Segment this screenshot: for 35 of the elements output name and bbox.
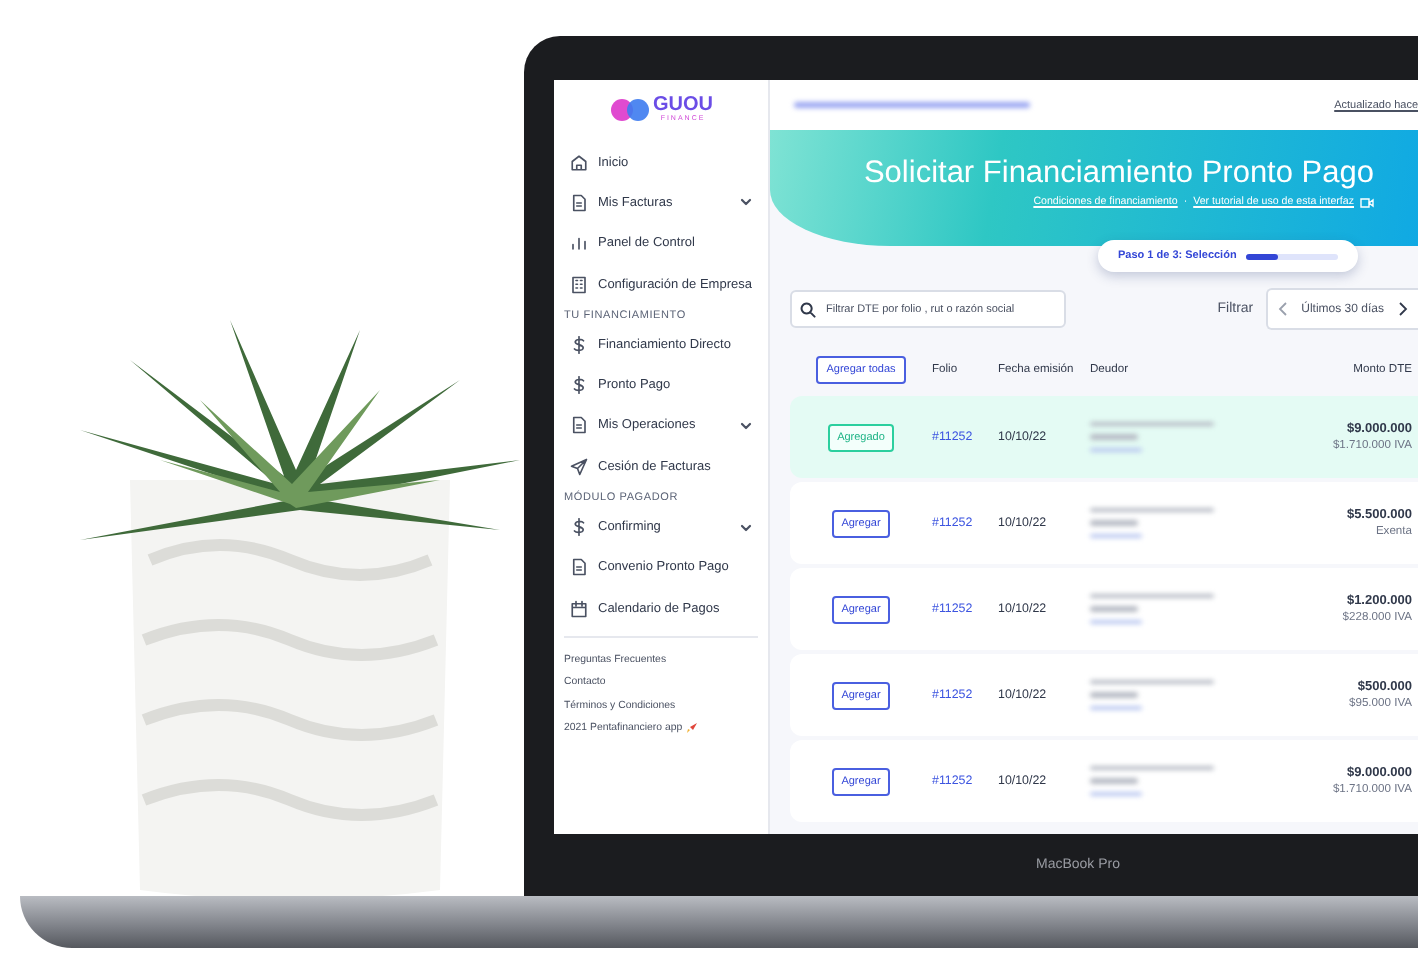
blurred-text bbox=[1090, 692, 1138, 698]
logo-mark-icon bbox=[609, 98, 649, 122]
chevron-left-icon bbox=[1277, 302, 1288, 316]
brand-name: GUOU bbox=[653, 96, 713, 117]
blurred-text bbox=[1090, 606, 1138, 612]
blurred-text bbox=[1090, 507, 1214, 513]
blurred-text bbox=[1090, 765, 1214, 771]
chevron-right-icon bbox=[1398, 302, 1408, 316]
blurred-text bbox=[1090, 520, 1138, 526]
blurred-text bbox=[1090, 421, 1214, 427]
blurred-text bbox=[1090, 778, 1138, 784]
bar-chart-icon bbox=[570, 234, 588, 253]
dollar-icon bbox=[570, 335, 588, 354]
dollar-icon bbox=[570, 518, 588, 537]
building-icon bbox=[570, 275, 588, 294]
paper-plane-icon bbox=[570, 457, 588, 476]
blurred-text bbox=[1090, 791, 1142, 797]
blurred-text bbox=[1090, 619, 1142, 625]
rocket-icon bbox=[686, 721, 699, 734]
dollar-icon bbox=[570, 376, 588, 395]
chevron-down-icon bbox=[740, 521, 752, 534]
document-icon bbox=[570, 193, 588, 212]
chevron-down-icon bbox=[740, 196, 752, 209]
blurred-text bbox=[1090, 705, 1142, 711]
document-icon bbox=[570, 416, 588, 435]
house-icon bbox=[570, 153, 588, 172]
blurred-text bbox=[1090, 533, 1142, 539]
blurred-text bbox=[1090, 679, 1214, 685]
blurred-text bbox=[1090, 434, 1138, 440]
chevron-down-icon bbox=[740, 419, 752, 432]
video-icon bbox=[1360, 197, 1374, 207]
blurred-text bbox=[1090, 593, 1214, 599]
calendar-icon bbox=[570, 599, 588, 618]
document-icon bbox=[570, 558, 588, 577]
page-title: Solicitar Financiamiento Pronto Pago bbox=[863, 156, 1374, 192]
